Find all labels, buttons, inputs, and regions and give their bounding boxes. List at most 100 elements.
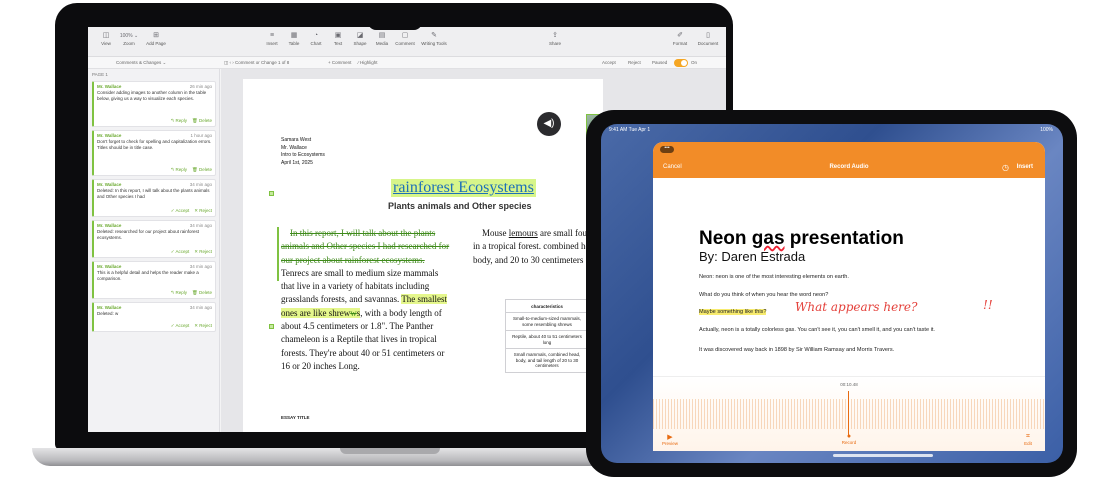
handwritten-note: What appears here? bbox=[795, 300, 918, 314]
change-card[interactable]: Mr. Wallace 34 min ago Deleted: w ✓ Acce… bbox=[92, 302, 216, 332]
insert-button[interactable]: Insert bbox=[1017, 164, 1033, 170]
add-page-button[interactable]: ⊞ Add Page bbox=[144, 31, 168, 46]
shape-icon: ◪ bbox=[356, 32, 364, 39]
comment-time: 34 min ago bbox=[189, 264, 212, 269]
change-actions: ✓ Accept ✕ Reject bbox=[166, 208, 212, 214]
comment-actions: ↰ Reply 🗑 Delete bbox=[165, 118, 212, 124]
essay-title: ESSAY TITLE bbox=[281, 415, 310, 420]
handwritten-marks: !! bbox=[983, 298, 993, 312]
body-paragraph: In this report, I will talk about the pl… bbox=[281, 228, 450, 371]
doc-line: What do you think of when you hear the w… bbox=[699, 292, 829, 298]
comment-card[interactable]: Mr. Wallace 34 min ago This is a helpful… bbox=[92, 261, 216, 299]
comment-text: Don't forget to check for spelling and c… bbox=[97, 139, 212, 150]
reject-change-button[interactable]: ✕ Reject bbox=[194, 323, 212, 328]
waveform[interactable] bbox=[653, 399, 1045, 429]
history-icon[interactable]: ◷ bbox=[1002, 163, 1009, 172]
text-icon: ▣ bbox=[334, 32, 342, 39]
paused-label: Paused bbox=[652, 60, 668, 65]
reject-change-button[interactable]: ✕ Reject bbox=[194, 249, 212, 254]
change-navigator[interactable]: ◫ ‹ › Comment or Change 1 of 8 bbox=[224, 60, 289, 66]
accept-button[interactable]: Accept bbox=[602, 60, 616, 65]
accept-change-button[interactable]: ✓ Accept bbox=[171, 249, 190, 254]
highlight-button[interactable]: ⁄ Highlight bbox=[358, 60, 378, 65]
ipad-doc-title: Neon gas presentation bbox=[699, 228, 904, 249]
zoom-button[interactable]: 100% ⌄ Zoom bbox=[116, 31, 142, 46]
camera-notch bbox=[368, 12, 422, 30]
format-button[interactable]: ✐ Format bbox=[668, 31, 692, 46]
home-indicator[interactable] bbox=[833, 454, 933, 457]
add-comment-button[interactable]: + Comment bbox=[328, 60, 351, 65]
reply-button[interactable]: ↰ Reply bbox=[170, 118, 187, 123]
table-cell: Small-to-medium-sized mammals, some rese… bbox=[506, 313, 588, 331]
status-time: 9:41 AM Tue Apr 1 bbox=[609, 127, 651, 133]
table-button[interactable]: ▦ Table bbox=[282, 31, 306, 46]
add-page-icon: ⊞ bbox=[153, 32, 159, 39]
share-button[interactable]: ⇪ Share bbox=[543, 31, 567, 46]
comment-marker[interactable] bbox=[269, 191, 274, 196]
playhead[interactable] bbox=[848, 391, 849, 435]
insert-button[interactable]: ≡ Insert bbox=[260, 31, 284, 46]
view-button[interactable]: ◫ View bbox=[94, 31, 118, 46]
chart-button[interactable]: ◔ Chart bbox=[304, 31, 328, 46]
reply-button[interactable]: ↰ Reply bbox=[170, 167, 187, 172]
change-card[interactable]: Mr. Wallace 34 min ago Deleted: research… bbox=[92, 220, 216, 258]
record-audio-sheet: ••• Cancel Record Audio ◷ Insert Neon ga… bbox=[653, 142, 1045, 451]
product-composite: ◫ View 100% ⌄ Zoom ⊞ Add Page ≡ Insert ▦ Tabl… bbox=[0, 0, 1104, 480]
comment-actions: ↰ Reply 🗑 Delete bbox=[165, 290, 212, 296]
record-button[interactable]: ● Record bbox=[838, 433, 860, 445]
sidebar-title[interactable]: Comments & Changes ⌄ bbox=[116, 60, 166, 66]
reply-button[interactable]: ↰ Reply bbox=[170, 290, 187, 295]
zoom-value: 100% ⌄ bbox=[119, 33, 139, 39]
microphone-icon: ● bbox=[846, 433, 852, 440]
comment-card[interactable]: Mr. Wallace 1 hour ago Don't forget to c… bbox=[92, 130, 216, 176]
document-icon: ▯ bbox=[706, 32, 710, 39]
comment-text: Deleted: In this report, I will talk abo… bbox=[97, 188, 210, 199]
text-button[interactable]: ▣ Text bbox=[326, 31, 350, 46]
comment-marker[interactable] bbox=[269, 324, 274, 329]
reject-change-button[interactable]: ✕ Reject bbox=[194, 208, 212, 213]
misspelled-word: gas bbox=[751, 228, 785, 249]
comment-card[interactable]: Mr. Wallace 26 min ago Consider adding i… bbox=[92, 81, 216, 127]
table-icon: ▦ bbox=[290, 32, 298, 39]
chart-icon: ◔ bbox=[313, 32, 319, 39]
speaker-icon[interactable]: ◀) bbox=[537, 112, 561, 136]
format-icon: ✐ bbox=[677, 32, 683, 39]
comment-time: 34 min ago bbox=[189, 182, 212, 187]
page-label: PAGE 1 bbox=[92, 72, 108, 77]
document-page[interactable]: Samara West Mr. Wallace Intro to Ecosyst… bbox=[243, 79, 603, 432]
writing-tools-button[interactable]: ✎ Writing Tools bbox=[418, 31, 450, 46]
ipad-screen: 9:41 AM Tue Apr 1 100% ••• Cancel Record… bbox=[601, 124, 1063, 463]
characteristics-table[interactable]: characteristics Small-to-medium-sized ma… bbox=[505, 299, 589, 373]
edit-button[interactable]: ⌗ Edit bbox=[1017, 433, 1039, 446]
comment-actions: ↰ Reply 🗑 Delete bbox=[165, 167, 212, 173]
more-icon[interactable]: ••• bbox=[660, 146, 674, 153]
change-actions: ✓ Accept ✕ Reject bbox=[166, 249, 212, 255]
comment-time: 34 min ago bbox=[189, 305, 212, 310]
media-icon: ▤ bbox=[378, 32, 386, 39]
comment-button[interactable]: ▢ Comment bbox=[392, 31, 418, 46]
media-button[interactable]: ▤ Media bbox=[370, 31, 394, 46]
doc-line-highlighted: Maybe something like this? bbox=[699, 309, 767, 315]
shape-button[interactable]: ◪ Shape bbox=[348, 31, 372, 46]
preview-button[interactable]: ▶ Preview bbox=[659, 433, 681, 446]
address-block: Samara West Mr. Wallace Intro to Ecosyst… bbox=[281, 137, 325, 166]
change-card[interactable]: Mr. Wallace 34 min ago Deleted: In this … bbox=[92, 179, 216, 217]
trim-icon: ⌗ bbox=[1026, 433, 1030, 440]
comment-text: This is a helpful detail and helps the r… bbox=[97, 270, 199, 281]
toolbar: ◫ View 100% ⌄ Zoom ⊞ Add Page ≡ Insert ▦ Tabl… bbox=[88, 27, 726, 57]
document-button[interactable]: ▯ Document bbox=[694, 31, 722, 46]
delete-button[interactable]: 🗑 Delete bbox=[192, 167, 212, 172]
delete-button[interactable]: 🗑 Delete bbox=[192, 118, 212, 123]
table-header: characteristics bbox=[506, 300, 588, 313]
accept-change-button[interactable]: ✓ Accept bbox=[171, 323, 190, 328]
comment-icon: ▢ bbox=[401, 32, 409, 39]
comment-time: 26 min ago bbox=[189, 84, 212, 89]
track-changes-toggle[interactable] bbox=[674, 59, 688, 67]
battery-status: 100% bbox=[1040, 127, 1053, 133]
accept-change-button[interactable]: ✓ Accept bbox=[171, 208, 190, 213]
delete-button[interactable]: 🗑 Delete bbox=[192, 290, 212, 295]
sheet-title: Record Audio bbox=[829, 164, 869, 170]
share-icon: ⇪ bbox=[552, 32, 558, 39]
doc-line: It was discovered way back in 1898 by Si… bbox=[699, 347, 895, 353]
reject-button[interactable]: Reject bbox=[628, 60, 641, 65]
